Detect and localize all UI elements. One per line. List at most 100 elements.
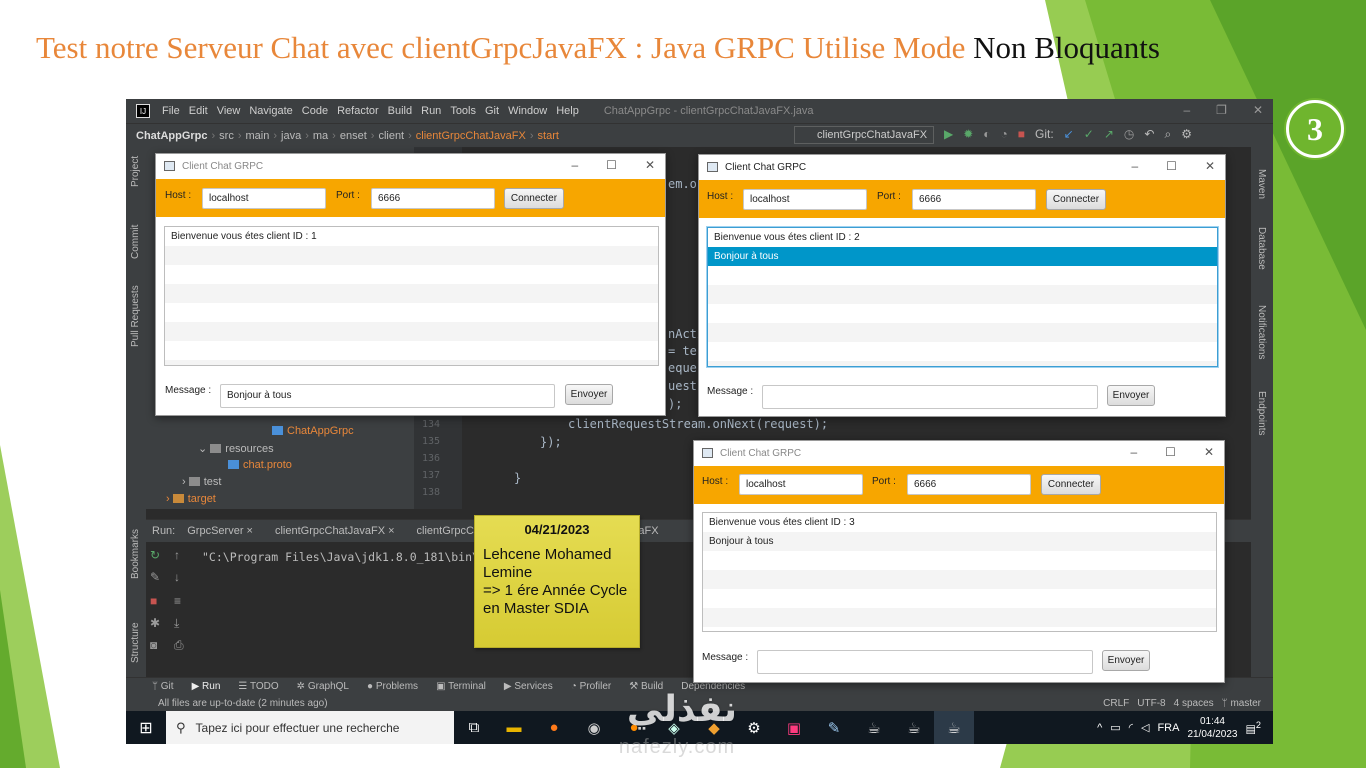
menu-window[interactable]: Window xyxy=(508,105,547,117)
up-arrow-icon[interactable]: ↑ xyxy=(174,548,180,562)
down-arrow-icon[interactable]: ↓ xyxy=(174,570,180,584)
tab-run[interactable]: ▶ Run xyxy=(192,681,221,692)
run-icon[interactable]: ▶ xyxy=(944,127,953,142)
tool-pull-requests[interactable]: Pull Requests xyxy=(130,285,141,347)
maximize-icon[interactable]: ☐ xyxy=(1166,159,1177,173)
menu-code[interactable]: Code xyxy=(302,105,328,117)
menu-edit[interactable]: Edit xyxy=(189,105,208,117)
windows-start-icon[interactable]: ⊞ xyxy=(126,711,166,744)
tool-structure[interactable]: Structure xyxy=(130,622,141,663)
run-configuration-dropdown[interactable]: clientGrpcChatJavaFX xyxy=(794,126,934,144)
firefox-icon[interactable]: ● xyxy=(534,711,574,744)
git-push-icon[interactable]: ↗ xyxy=(1104,127,1114,142)
line-separator[interactable]: CRLF xyxy=(1103,698,1129,709)
settings-gear-icon[interactable]: ⚙ xyxy=(1181,127,1192,142)
message-input[interactable] xyxy=(762,385,1098,409)
minimize-icon[interactable]: – xyxy=(571,158,578,172)
wifi-icon[interactable]: ◜ xyxy=(1129,721,1133,734)
send-button[interactable]: Envoyer xyxy=(1107,385,1155,406)
tab-graphql[interactable]: ✲ GraphQL xyxy=(297,681,349,692)
notification-center-icon[interactable]: ▤2 xyxy=(1246,720,1262,736)
git-update-icon[interactable]: ↙ xyxy=(1064,127,1074,142)
git-commit-icon[interactable]: ✓ xyxy=(1084,127,1094,142)
tree-item[interactable]: › target xyxy=(166,493,216,505)
crumb-enset[interactable]: enset xyxy=(340,130,367,142)
menu-file[interactable]: File xyxy=(162,105,180,117)
maximize-icon[interactable]: ☐ xyxy=(1165,445,1176,459)
java-app-icon[interactable]: ☕ xyxy=(854,711,894,744)
tree-item[interactable]: › test xyxy=(182,476,221,488)
tab-todo[interactable]: ☰ TODO xyxy=(238,681,278,692)
menu-git[interactable]: Git xyxy=(485,105,499,117)
file-explorer-icon[interactable]: ▬ xyxy=(494,711,534,744)
wrench-icon[interactable]: ✎ xyxy=(150,570,160,584)
history-icon[interactable]: ◷ xyxy=(1124,127,1134,142)
list-item[interactable]: Bienvenue vous étes client ID : 1 xyxy=(165,227,658,246)
close-icon[interactable]: ✕ xyxy=(1205,159,1215,173)
close-icon[interactable]: ✕ xyxy=(645,158,655,172)
tree-item[interactable]: ⌄ resources xyxy=(198,442,274,455)
tree-item[interactable]: chat.proto xyxy=(228,459,292,471)
tool-notifications[interactable]: Notifications xyxy=(1256,305,1267,359)
minimize-icon[interactable]: – xyxy=(1130,445,1137,459)
maximize-icon[interactable]: ☐ xyxy=(606,158,617,172)
volume-icon[interactable]: ◁ xyxy=(1141,721,1149,734)
notes-icon[interactable]: ✎ xyxy=(814,711,854,744)
connect-button[interactable]: Connecter xyxy=(1041,474,1101,495)
task-view-icon[interactable]: ⧉ xyxy=(454,711,494,744)
menu-build[interactable]: Build xyxy=(388,105,412,117)
minimize-icon[interactable]: – xyxy=(1183,103,1190,117)
tool-maven[interactable]: Maven xyxy=(1256,169,1267,199)
menu-view[interactable]: View xyxy=(217,105,241,117)
menu-run[interactable]: Run xyxy=(421,105,441,117)
port-input[interactable]: 6666 xyxy=(907,474,1031,495)
send-button[interactable]: Envoyer xyxy=(1102,650,1150,671)
port-input[interactable]: 6666 xyxy=(912,189,1036,210)
connect-button[interactable]: Connecter xyxy=(1046,189,1106,210)
crumb-java[interactable]: java xyxy=(281,130,301,142)
taskbar-clock[interactable]: 01:44 21/04/2023 xyxy=(1187,715,1237,741)
connect-button[interactable]: Connecter xyxy=(504,188,564,209)
language-indicator[interactable]: FRA xyxy=(1157,722,1179,734)
rollback-icon[interactable]: ↶ xyxy=(1144,127,1154,142)
close-icon[interactable]: ✕ xyxy=(1253,103,1263,117)
debug-icon[interactable]: ✹ xyxy=(963,127,973,142)
indent-setting[interactable]: 4 spaces xyxy=(1174,698,1214,709)
rerun-icon[interactable]: ↻ xyxy=(150,548,160,562)
stop-run-icon[interactable]: ■ xyxy=(150,594,157,608)
message-input[interactable]: Bonjour à tous xyxy=(220,384,555,408)
taskbar-search[interactable]: ⚲ Tapez ici pour effectuer une recherche xyxy=(166,711,454,744)
tab-git[interactable]: ᛘ Git xyxy=(152,681,174,692)
host-input[interactable]: localhost xyxy=(202,188,326,209)
run-tab-grpcserver[interactable]: GrpcServer × xyxy=(187,525,253,537)
crumb-project[interactable]: ChatAppGrpc xyxy=(136,130,208,142)
bug-icon[interactable]: ✱ xyxy=(150,616,160,630)
tab-problems[interactable]: ● Problems xyxy=(367,681,418,692)
close-icon[interactable]: ✕ xyxy=(1204,445,1214,459)
tool-commit[interactable]: Commit xyxy=(130,225,141,259)
search-icon[interactable]: ⌕ xyxy=(1164,127,1171,142)
tool-project[interactable]: Project xyxy=(130,156,141,187)
scroll-end-icon[interactable]: ⤓ xyxy=(174,616,179,631)
file-encoding[interactable]: UTF-8 xyxy=(1137,698,1165,709)
menu-tools[interactable]: Tools xyxy=(450,105,476,117)
tool-bookmarks[interactable]: Bookmarks xyxy=(130,529,141,579)
print-icon[interactable]: ⎙ xyxy=(174,638,184,653)
list-item[interactable]: Bienvenue vous étes client ID : 2 xyxy=(708,228,1217,247)
messages-list[interactable]: Bienvenue vous étes client ID : 1 xyxy=(164,226,659,366)
messages-list[interactable]: Bienvenue vous étes client ID : 3 Bonjou… xyxy=(702,512,1217,632)
crumb-main[interactable]: main xyxy=(246,130,270,142)
intellij-icon[interactable]: ▣ xyxy=(774,711,814,744)
java-app-icon[interactable]: ☕ xyxy=(894,711,934,744)
crumb-src[interactable]: src xyxy=(219,130,234,142)
crumb-method[interactable]: start xyxy=(538,130,559,142)
wrap-icon[interactable]: ≡ xyxy=(174,594,181,608)
profile-icon[interactable]: ◔ xyxy=(1001,127,1008,142)
battery-icon[interactable]: ▭ xyxy=(1110,721,1120,734)
list-item[interactable]: Bonjour à tous xyxy=(703,532,1216,551)
tree-item[interactable]: ChatAppGrpc xyxy=(272,425,354,437)
host-input[interactable]: localhost xyxy=(743,189,867,210)
host-input[interactable]: localhost xyxy=(739,474,863,495)
tab-services[interactable]: ▶ Services xyxy=(504,681,553,692)
menu-navigate[interactable]: Navigate xyxy=(249,105,292,117)
